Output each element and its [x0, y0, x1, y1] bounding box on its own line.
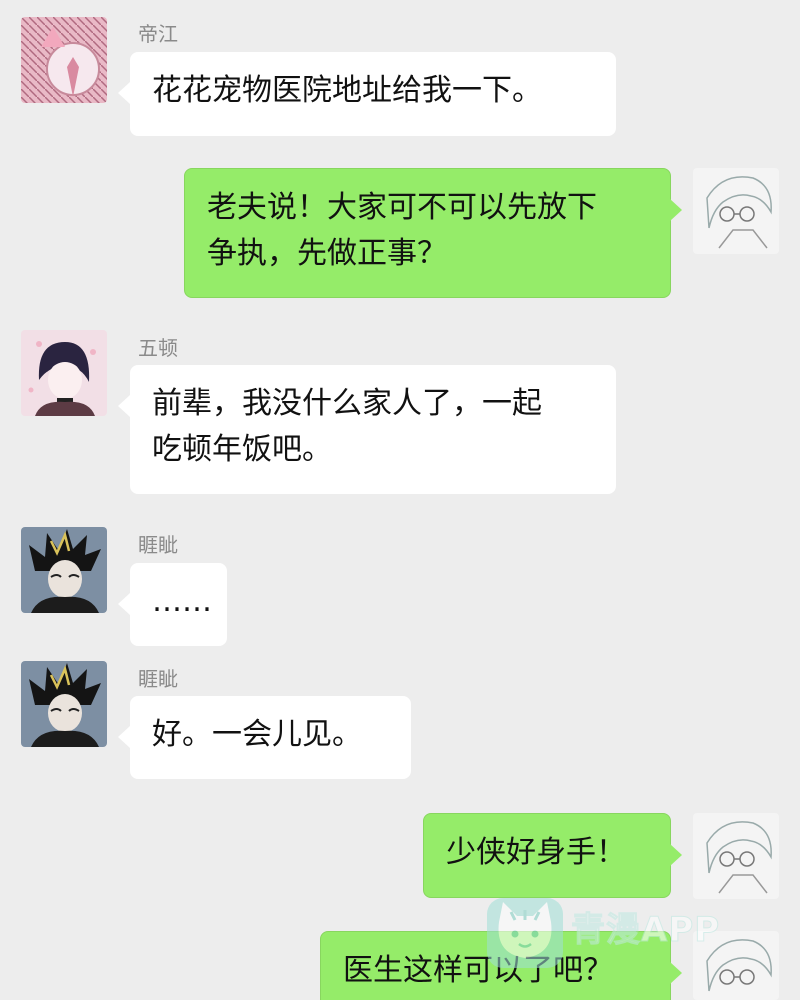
sender-name: 睚眦 — [138, 667, 178, 691]
message-bubble-incoming[interactable]: 前辈，我没什么家人了，一起 吃顿年饭吧。 — [118, 365, 616, 494]
chat-view: 帝江 花花宠物医院地址给我一下。 老夫说！大家可不可以先放下 争执，先做正事？ … — [0, 0, 800, 1000]
message-bubble-incoming[interactable]: 花花宠物医院地址给我一下。 — [118, 52, 616, 136]
message-bubble-incoming[interactable]: …… — [118, 563, 227, 646]
avatar-dark-hair-character-icon — [21, 330, 107, 416]
avatar-sketch-character-icon — [693, 813, 779, 899]
sender-name: 五顿 — [138, 336, 178, 360]
avatar-pink-character-icon — [21, 17, 107, 103]
avatar-self[interactable] — [693, 168, 779, 254]
avatar-self[interactable] — [693, 931, 779, 1000]
avatar-sketch-character-icon — [693, 931, 779, 1000]
avatar-self[interactable] — [693, 813, 779, 899]
avatar-yazi[interactable] — [21, 661, 107, 747]
message-bubble-outgoing[interactable]: 老夫说！大家可不可以先放下 争执，先做正事？ — [184, 168, 682, 298]
avatar-spiky-hair-character-icon — [21, 527, 107, 613]
sender-name: 帝江 — [138, 22, 178, 46]
sender-name: 睚眦 — [138, 533, 178, 557]
avatar-yazi[interactable] — [21, 527, 107, 613]
avatar-sketch-character-icon — [693, 168, 779, 254]
avatar-dijiang[interactable] — [21, 17, 107, 103]
avatar-spiky-hair-character-icon — [21, 661, 107, 747]
avatar-wudun[interactable] — [21, 330, 107, 416]
message-bubble-outgoing[interactable]: 少侠好身手！ — [423, 813, 682, 898]
message-bubble-incoming[interactable]: 好。一会儿见。 — [118, 696, 411, 779]
message-bubble-outgoing[interactable]: 医生这样可以了吧？ — [320, 931, 682, 1000]
